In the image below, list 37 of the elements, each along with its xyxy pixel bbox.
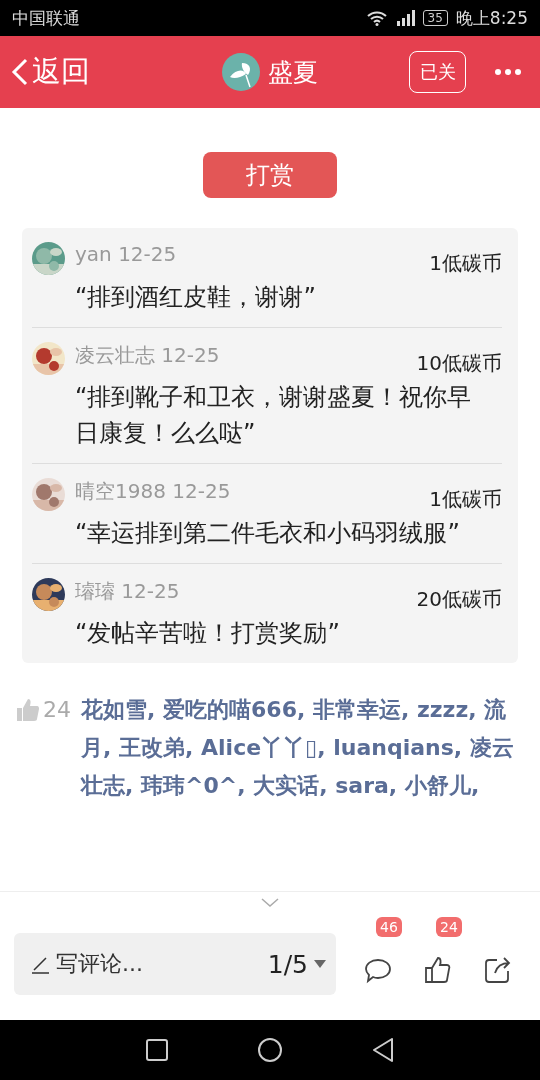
reward-button[interactable]: 打赏 — [203, 152, 337, 198]
carrier-name: 中国联通 — [12, 6, 80, 30]
reward-user: 凌云壮志 12-25 — [75, 342, 220, 369]
reward-message: “排到靴子和卫衣，谢谢盛夏！祝你早日康复！么么哒” — [75, 382, 473, 449]
reward-amount: 20低碳币 — [416, 586, 502, 613]
reward-amount: 1低碳币 — [429, 486, 502, 513]
reward-amount: 10低碳币 — [416, 350, 502, 377]
reward-user: 晴空1988 12-25 — [75, 478, 231, 505]
wifi-icon — [366, 10, 387, 26]
reward-amount: 1低碳币 — [429, 250, 502, 277]
signal-icon — [394, 10, 415, 26]
author-name: 盛夏 — [267, 56, 318, 89]
comment-placeholder: 写评论... — [56, 950, 144, 978]
dropdown-caret-icon — [314, 960, 326, 968]
page-indicator[interactable]: 1/5 — [267, 949, 308, 979]
reward-message: “幸运排到第二件毛衣和小码羽绒服” — [75, 518, 461, 549]
chevron-left-icon — [10, 57, 30, 87]
back-link[interactable]: 返回 — [10, 52, 90, 92]
liker-names: 花如雪, 爱吃的喵666, 非常幸运, zzzz, 流月, 王改弟, Alice丫丫▯, luanqians, 凌云壮志, 玮玮^0^, 大实话, sara, 小舒儿, — [81, 696, 515, 800]
battery-level: 35 — [422, 10, 448, 26]
reward-message: “排到酒红皮鞋，谢谢” — [75, 282, 317, 313]
back-icon[interactable] — [372, 1038, 394, 1062]
like-count-badge: 24 — [436, 917, 462, 937]
recent-apps-icon[interactable] — [146, 1039, 168, 1061]
pen-icon — [30, 954, 50, 974]
comment-field[interactable]: 写评论... 1/5 — [14, 933, 336, 995]
comment-count-badge: 46 — [376, 917, 402, 937]
thumbs-up-icon — [15, 699, 39, 721]
leaf-logo-icon — [221, 53, 260, 91]
clock-time: 晚上8:25 — [455, 6, 528, 30]
reward-user: 璿璿 12-25 — [75, 578, 180, 605]
reward-user: yan 12-25 — [75, 242, 177, 266]
reward-message: “发帖辛苦啦！打赏奖励” — [75, 618, 341, 649]
like-count: 24 — [43, 696, 71, 724]
follow-button[interactable]: 已关 — [409, 51, 466, 93]
home-icon[interactable] — [258, 1038, 282, 1062]
more-icon[interactable] — [494, 68, 522, 76]
